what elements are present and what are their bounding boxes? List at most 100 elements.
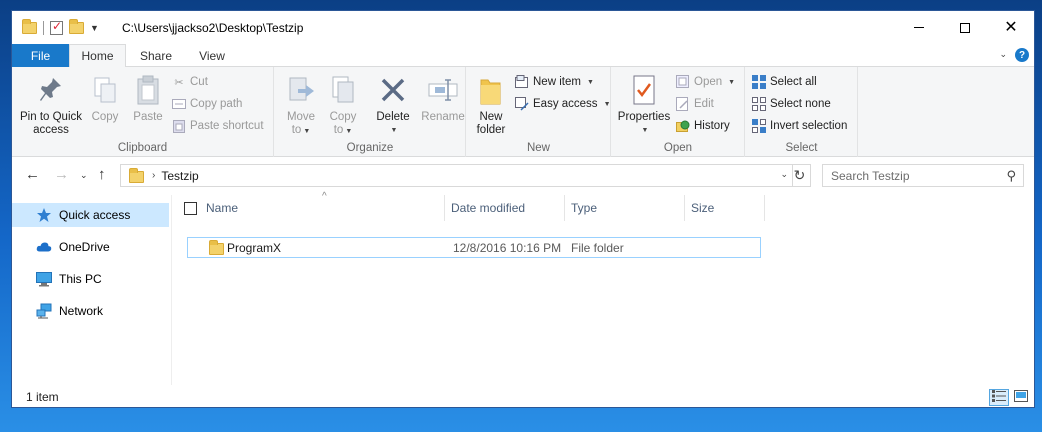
easy-access-button[interactable]: Easy access ▼ [515,94,611,114]
new-group: New folder New item ▼ Easy access ▼ New [467,67,611,157]
move-to-label-line1: Move [286,111,316,123]
nav-item-quick-access[interactable]: Quick access [12,203,169,227]
invert-selection-button[interactable]: Invert selection [752,116,847,136]
column-header-name[interactable]: Name [172,195,444,221]
nav-item-label: This PC [59,272,102,286]
rename-button[interactable]: Rename [421,73,465,124]
pin-to-quick-access-button[interactable]: Pin to Quick access [18,73,84,137]
open-button[interactable]: Open ▼ [676,72,735,92]
column-header-type[interactable]: Type [565,195,684,221]
select-all-label: Select all [770,76,817,88]
column-header-date-label: Date modified [451,201,526,215]
select-none-button[interactable]: Select none [752,94,831,114]
folder-icon [209,240,224,255]
copy-path-icon [172,97,186,111]
close-button[interactable]: ✕ [988,11,1034,44]
breadcrumb-current[interactable]: Testzip [161,169,198,183]
file-list: ^ Name Date modified Type Size ProgramX … [172,191,1034,385]
nav-item-network[interactable]: Network [12,299,169,323]
nav-item-this-pc[interactable]: This PC [12,267,169,291]
cloud-icon [36,239,52,255]
history-button[interactable]: History [676,116,730,136]
chevron-down-icon: ▼ [586,78,594,86]
window-title: C:\Users\jjackso2\Desktop\Testzip [122,21,304,35]
title-bar: ▼ C:\Users\jjackso2\Desktop\Testzip ✕ [12,11,1034,44]
refresh-icon: ↻ [793,167,806,183]
breadcrumb-chevron-icon[interactable]: › [152,170,155,181]
new-folder-label-line1: New [479,111,503,123]
toolbar-separator [43,21,44,35]
move-to-label-line2: to ▼ [292,124,311,138]
nav-item-label: Quick access [59,208,131,222]
address-history-chevron-icon[interactable]: ⌄ [780,169,788,180]
chevron-down-icon: ▼ [303,128,311,135]
paste-shortcut-button[interactable]: Paste shortcut [172,116,264,136]
tab-share[interactable]: Share [130,44,182,67]
rename-label: Rename [421,111,465,123]
select-all-button[interactable]: Select all [752,72,817,92]
history-icon [676,119,690,133]
folder-icon [22,19,37,34]
explorer-window: ▼ C:\Users\jjackso2\Desktop\Testzip ✕ Fi… [11,10,1035,408]
rename-icon [427,73,459,107]
search-input[interactable]: Search Testzip ⚲ [822,164,1024,187]
monitor-icon [36,271,52,287]
new-folder-button[interactable]: New folder [473,73,509,137]
folder-icon [129,168,144,183]
search-icon[interactable]: ⚲ [1006,168,1016,184]
details-view-button[interactable] [989,389,1009,406]
properties-icon [631,73,657,107]
tab-view[interactable]: View [190,44,234,67]
column-divider[interactable] [764,195,765,221]
copy-to-button[interactable]: Copy to ▼ [325,73,361,138]
delete-x-icon [379,73,407,107]
nav-item-label: OneDrive [59,240,110,254]
properties-button[interactable]: Properties ▼ [616,73,672,137]
star-icon [36,207,52,223]
maximize-icon [960,22,970,33]
copy-button[interactable]: Copy [88,73,122,124]
large-icons-view-button[interactable] [1011,389,1031,406]
edit-button[interactable]: Edit [676,94,714,114]
new-item-label: New item [533,76,581,88]
tab-home[interactable]: Home [69,44,126,68]
maximize-button[interactable] [942,11,988,44]
back-arrow-icon[interactable]: ← [25,166,40,183]
table-row[interactable]: ProgramX 12/8/2016 10:16 PM File folder [187,237,761,258]
select-group: Select all Select none Invert selection … [746,67,858,157]
window-controls: ✕ [896,11,1034,44]
expand-ribbon-icon[interactable]: ⌄ [999,49,1007,60]
properties-icon[interactable] [50,19,63,35]
nav-item-onedrive[interactable]: OneDrive [12,235,169,259]
delete-button[interactable]: Delete ▼ [371,73,415,137]
pin-label-line2: access [33,124,69,136]
cut-button[interactable]: ✂ Cut [172,72,208,92]
address-bar[interactable]: › Testzip ⌄ [120,164,793,187]
customize-toolbar-dropdown-icon[interactable]: ▼ [90,23,99,33]
paste-button[interactable]: Paste [130,73,166,124]
up-arrow-icon[interactable]: ↑ [98,166,106,183]
refresh-button[interactable]: ↻ [789,164,811,187]
forward-arrow-icon[interactable]: → [54,166,69,183]
chevron-down-icon: ▼ [390,127,398,134]
move-to-button[interactable]: Move to ▼ [283,73,319,138]
minimize-button[interactable] [896,11,942,44]
new-item-button[interactable]: New item ▼ [515,72,594,92]
column-header-date-modified[interactable]: Date modified [445,195,564,221]
new-folder-icon[interactable] [69,19,84,34]
organize-group: Move to ▼ Copy to ▼ Delete ▼ Rename Orga… [275,67,466,157]
edit-icon [676,97,690,111]
select-all-checkbox[interactable] [184,201,197,215]
column-header-size[interactable]: Size [685,195,765,221]
new-folder-icon [478,73,504,107]
tab-file[interactable]: File [12,44,69,67]
copy-to-label-line1: Copy [329,111,357,123]
ribbon: Pin to Quick access Copy Paste ✂ Cut Cop… [12,67,1034,157]
clipboard-group-label: Clipboard [117,142,168,154]
delete-label: Delete [376,111,410,123]
help-icon[interactable]: ? [1015,48,1029,62]
file-name: ProgramX [227,241,282,255]
recent-locations-chevron-icon[interactable]: ⌄ [80,170,88,181]
select-none-icon [752,97,766,111]
copy-path-button[interactable]: Copy path [172,94,242,114]
